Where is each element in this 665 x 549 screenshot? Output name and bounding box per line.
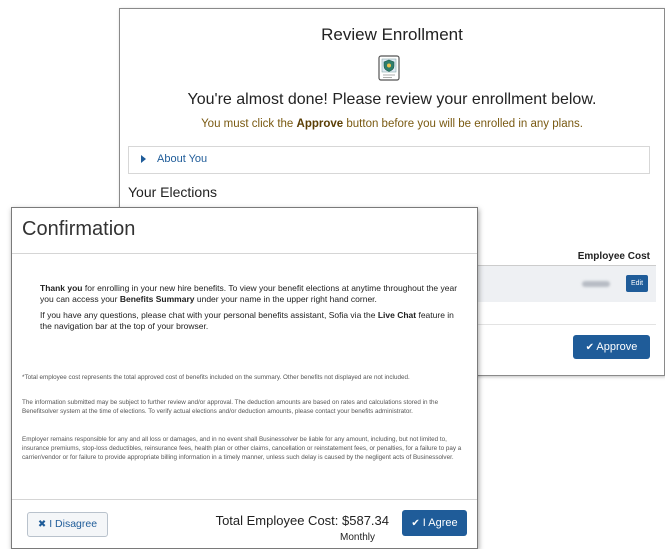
approve-button[interactable]: ✔ Approve (573, 335, 650, 359)
agree-button[interactable]: ✔ I Agree (402, 510, 467, 536)
monthly-label: Monthly (339, 532, 375, 543)
confirmation-title: Confirmation (22, 218, 136, 240)
your-elections-heading: Your Elections (128, 184, 217, 200)
approve-divider (460, 324, 656, 325)
edit-button[interactable]: Edit (626, 275, 648, 292)
approve-notice-bold: Approve (296, 118, 344, 130)
agree-label: I Agree (422, 517, 458, 529)
approve-notice: You must click the Approve button before… (201, 118, 583, 130)
disagree-label: I Disagree (49, 518, 98, 530)
caret-right-icon (141, 155, 146, 163)
table-row: Edit (460, 266, 656, 302)
check-icon: ✔ (411, 518, 420, 529)
disagree-button[interactable]: ✖ I Disagree (27, 512, 108, 537)
blurred-cost-value (582, 281, 610, 287)
document-shield-icon (378, 55, 400, 81)
almost-done-heading: You're almost done! Please review your e… (187, 91, 597, 108)
liability-disclaimer: Employer remains responsible for any and… (22, 436, 462, 461)
modal-header-divider (12, 253, 477, 254)
employee-cost-header: Employee Cost (577, 251, 650, 262)
check-icon: ✔ (585, 342, 594, 353)
confirmation-modal: Confirmation Thank you for enrolling in … (11, 207, 478, 549)
about-you-accordion[interactable]: About You (128, 146, 650, 174)
review-disclaimer: The information submitted may be subject… (22, 399, 439, 415)
modal-footer-divider (12, 499, 477, 500)
thank-you-paragraph: Thank you for enrolling in your new hire… (40, 283, 458, 304)
review-title: Review Enrollment (321, 25, 463, 44)
total-employee-cost: Total Employee Cost: $587.34 (215, 513, 389, 528)
total-cost-footnote: *Total employee cost represents the tota… (22, 374, 410, 381)
about-you-label: About You (157, 153, 208, 165)
approve-label: Approve (596, 341, 638, 353)
x-icon: ✖ (37, 519, 47, 530)
questions-paragraph: If you have any questions, please chat w… (40, 310, 454, 331)
